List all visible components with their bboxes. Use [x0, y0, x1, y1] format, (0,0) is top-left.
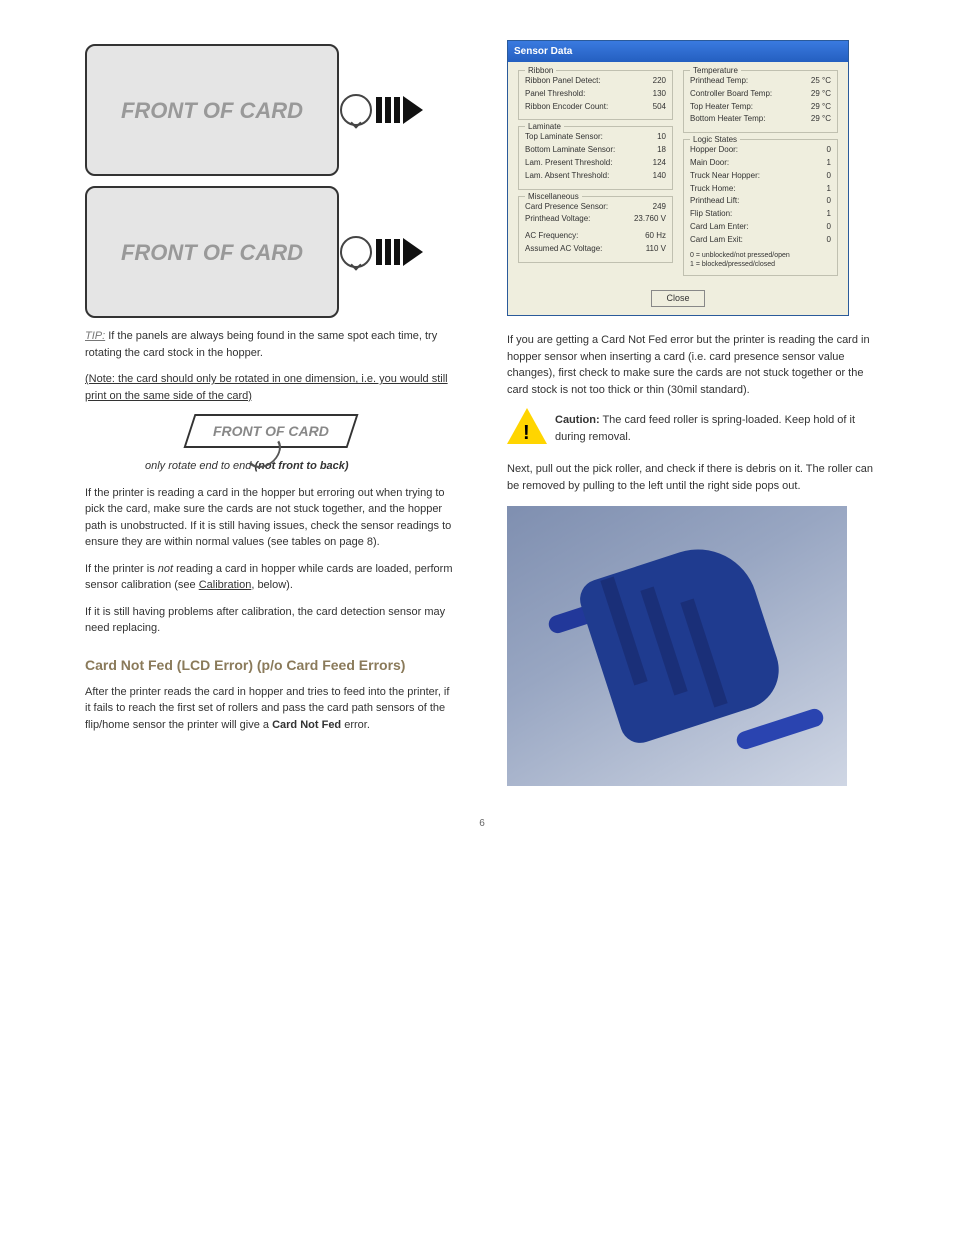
arrow-bottom [340, 236, 423, 268]
close-button[interactable]: Close [651, 290, 704, 308]
misc-group: Miscellaneous Card Presence Sensor:249 P… [518, 196, 673, 263]
card-bottom: FRONT OF CARD [85, 186, 339, 318]
tip-text: If the panels are always being found in … [85, 330, 437, 359]
pick-roller-photo [507, 506, 847, 786]
caution-block: Caution: The card feed roller is spring-… [507, 408, 879, 455]
para-after-calibration: If it is still having problems after cal… [85, 604, 457, 637]
mini-card-diagram: FRONT OF CARD [85, 414, 457, 448]
arrow-top [340, 94, 423, 126]
caution-text: The card feed roller is spring-loaded. K… [555, 414, 855, 443]
para-card-not-fed: After the printer reads the card in hopp… [85, 684, 457, 734]
logic-group: Logic States Hopper Door:0 Main Door:1 T… [683, 139, 838, 276]
para-right-1: If you are getting a Card Not Fed error … [507, 332, 879, 398]
para-right-2: Next, pull out the pick roller, and chec… [507, 461, 879, 494]
dialog-titlebar: Sensor Data [508, 41, 848, 62]
caution-label: Caution: [555, 414, 600, 426]
tip-label: TIP: [85, 330, 105, 342]
card-rotation-diagram: FRONT OF CARD FRONT OF CARD [85, 44, 457, 318]
para-not-reading: If the printer is not reading a card in … [85, 561, 457, 594]
temperature-group: Temperature Printhead Temp:25 °C Control… [683, 70, 838, 133]
sensor-data-dialog: Sensor Data Ribbon Ribbon Panel Detect:2… [507, 40, 849, 316]
warning-icon [507, 408, 547, 444]
card-top: FRONT OF CARD [85, 44, 339, 176]
ribbon-group: Ribbon Ribbon Panel Detect:220 Panel Thr… [518, 70, 673, 120]
page-number: 6 [85, 816, 879, 831]
tip-paragraph: TIP: If the panels are always being foun… [85, 328, 457, 361]
rotate-emphasis: only rotate end to end (not front to bac… [145, 458, 457, 475]
para-hopper-check: If the printer is reading a card in the … [85, 485, 457, 551]
note-rotation: (Note: the card should only be rotated i… [85, 371, 457, 404]
section-heading: Card Not Fed (LCD Error) (p/o Card Feed … [85, 655, 457, 676]
calibration-link[interactable]: Calibration [199, 579, 252, 591]
laminate-group: Laminate Top Laminate Sensor:10 Bottom L… [518, 126, 673, 189]
